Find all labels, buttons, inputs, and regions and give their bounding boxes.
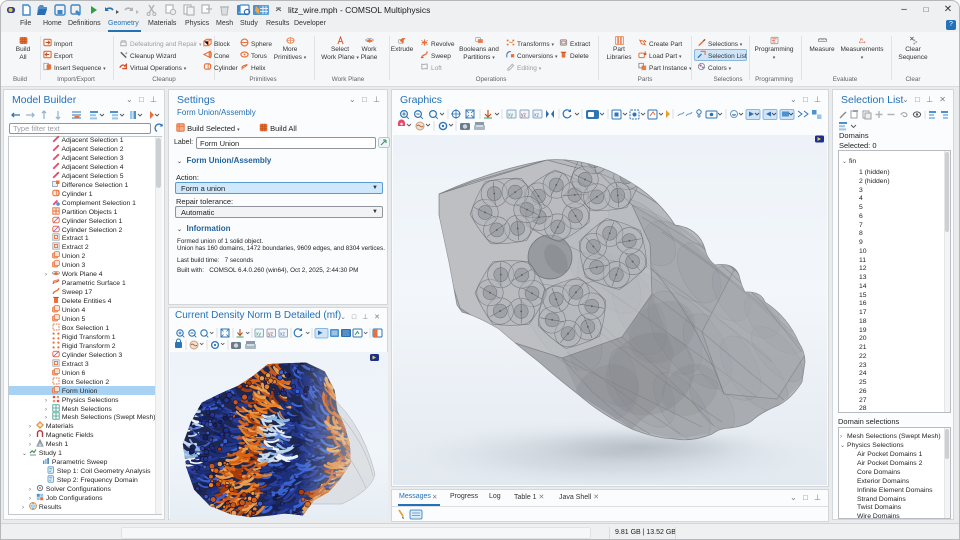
- svg-text:xz: xz: [280, 332, 286, 338]
- svg-text:xy: xy: [508, 113, 514, 119]
- svg-text:yz: yz: [521, 113, 527, 119]
- svg-text:xy: xy: [256, 332, 262, 338]
- svg-text:Pi: Pi: [859, 37, 863, 42]
- svg-text:yz: yz: [268, 332, 274, 338]
- svg-text:xz: xz: [534, 113, 540, 119]
